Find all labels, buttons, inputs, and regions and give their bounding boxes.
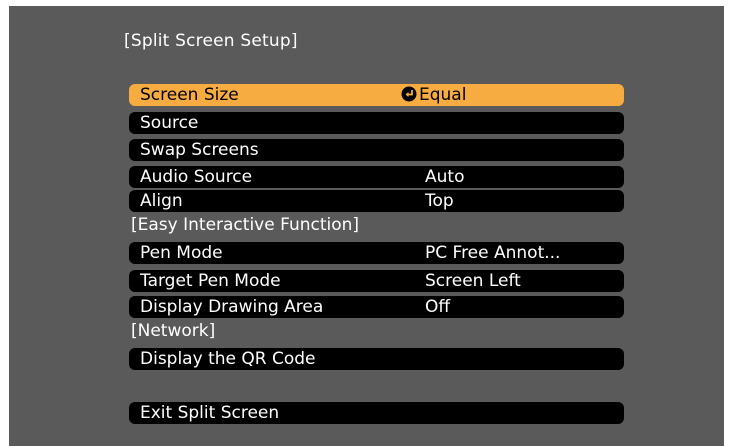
menu-item-label: Audio Source bbox=[140, 167, 253, 187]
menu-item-label: Display Drawing Area bbox=[140, 297, 324, 317]
menu-item-screen-size[interactable]: Screen Size Equal bbox=[129, 84, 624, 106]
menu-item-label: Pen Mode bbox=[140, 243, 223, 263]
section-header-easy-interactive: [Easy Interactive Function] bbox=[131, 215, 360, 235]
menu-item-target-pen-mode[interactable]: Target Pen Mode Screen Left bbox=[129, 270, 624, 292]
menu-item-exit-split-screen[interactable]: Exit Split Screen bbox=[129, 402, 624, 424]
menu-title: [Split Screen Setup] bbox=[124, 31, 298, 51]
menu-item-display-qr-code[interactable]: Display the QR Code bbox=[129, 348, 624, 370]
menu-item-label: Target Pen Mode bbox=[140, 271, 281, 291]
menu-item-label: Exit Split Screen bbox=[140, 403, 280, 423]
menu-item-label: Swap Screens bbox=[140, 140, 259, 160]
menu-item-value: Off bbox=[425, 297, 451, 317]
enter-arrow-icon bbox=[401, 86, 417, 102]
menu-item-display-drawing-area[interactable]: Display Drawing Area Off bbox=[129, 296, 624, 318]
menu-item-value: Equal bbox=[401, 84, 466, 106]
menu-item-label: Align bbox=[140, 191, 183, 211]
menu-item-audio-source[interactable]: Audio Source Auto bbox=[129, 166, 624, 188]
split-screen-setup-panel bbox=[9, 6, 724, 446]
projector-screen: [Split Screen Setup] Screen Size Equal S… bbox=[0, 0, 733, 446]
menu-item-pen-mode[interactable]: Pen Mode PC Free Annot... bbox=[129, 242, 624, 264]
menu-item-label: Source bbox=[140, 113, 199, 133]
menu-item-swap-screens[interactable]: Swap Screens bbox=[129, 139, 624, 161]
menu-item-value: Top bbox=[425, 191, 454, 211]
menu-item-value: Screen Left bbox=[425, 271, 521, 291]
menu-item-label: Screen Size bbox=[140, 85, 239, 105]
section-header-network: [Network] bbox=[131, 321, 216, 341]
menu-item-source[interactable]: Source bbox=[129, 112, 624, 134]
menu-item-value: Auto bbox=[425, 167, 465, 187]
menu-item-label: Display the QR Code bbox=[140, 349, 316, 369]
menu-item-value: PC Free Annot... bbox=[425, 243, 561, 263]
menu-item-align[interactable]: Align Top bbox=[129, 190, 624, 212]
screen-size-value: Equal bbox=[419, 85, 467, 105]
